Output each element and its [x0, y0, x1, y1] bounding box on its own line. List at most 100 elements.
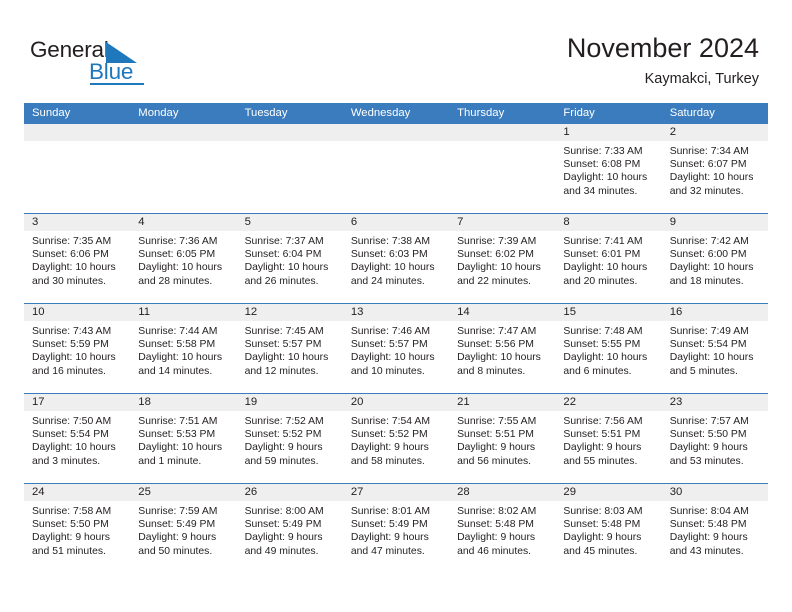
calendar-day-cell[interactable]: 29 Sunrise: 8:03 AM Sunset: 5:48 PM Dayligh…: [555, 484, 662, 573]
day-details: Sunrise: 7:36 AM Sunset: 6:05 PM Daylight:…: [130, 231, 236, 288]
day-number: 26: [244, 486, 258, 498]
sunset-text: Sunset: 6:00 PM: [669, 249, 747, 261]
day-details: Sunrise: 7:51 AM Sunset: 5:53 PM Daylight:…: [130, 411, 236, 468]
daylight-text: Daylight: 10 hours: [32, 262, 116, 274]
day-number-band: 5: [236, 214, 343, 231]
calendar-day-cell[interactable]: 20 Sunrise: 7:54 AM Sunset: 5:52 PM Dayligh…: [342, 394, 450, 483]
brand-logo[interactable]: General Blue: [30, 38, 160, 86]
calendar-day-cell[interactable]: 24 Sunrise: 7:58 AM Sunset: 5:50 PM Dayligh…: [24, 484, 131, 573]
day-number: 27: [350, 486, 364, 498]
daylight-text: Daylight: 10 hours: [669, 172, 754, 184]
daylight-text: Daylight: 10 hours: [350, 262, 435, 274]
day-details: Sunrise: 7:43 AM Sunset: 5:59 PM Daylight:…: [24, 321, 130, 378]
calendar-day-cell[interactable]: 11 Sunrise: 7:44 AM Sunset: 5:58 PM Dayligh…: [130, 304, 237, 393]
day-number-band: 2: [661, 124, 768, 141]
day-details: Sunrise: 7:49 AM Sunset: 5:54 PM Daylight:…: [662, 321, 768, 378]
calendar-week-row: 3 Sunrise: 7:35 AM Sunset: 6:06 PM Daylight…: [24, 213, 768, 303]
day-number-band: 20: [342, 394, 450, 411]
calendar-empty-cell: [236, 124, 343, 213]
day-number-band: 29: [555, 484, 662, 501]
calendar-day-cell[interactable]: 5 Sunrise: 7:37 AM Sunset: 6:04 PM Daylight…: [236, 214, 343, 303]
weekday-header-row: Sunday Monday Tuesday Wednesday Thursday Frid…: [24, 103, 768, 124]
day-number-band: 11: [130, 304, 237, 321]
daylight-text-cont: and 55 minutes.: [563, 455, 638, 467]
calendar-day-cell[interactable]: 13 Sunrise: 7:46 AM Sunset: 5:57 PM Dayligh…: [342, 304, 450, 393]
calendar-day-cell[interactable]: 23 Sunrise: 7:57 AM Sunset: 5:50 PM Dayligh…: [661, 394, 768, 483]
day-number-band: [449, 124, 556, 141]
sunrise-text: Sunrise: 7:41 AM: [563, 236, 643, 247]
calendar-day-cell[interactable]: 2 Sunrise: 7:34 AM Sunset: 6:07 PM Daylight…: [661, 124, 768, 213]
day-details: Sunrise: 7:47 AM Sunset: 5:56 PM Daylight:…: [449, 321, 555, 378]
day-number-band: 17: [24, 394, 131, 411]
day-details: Sunrise: 7:54 AM Sunset: 5:52 PM Daylight:…: [343, 411, 449, 468]
day-details: [449, 141, 555, 145]
calendar-day-cell[interactable]: 8 Sunrise: 7:41 AM Sunset: 6:01 PM Daylight…: [555, 214, 662, 303]
sunset-text: Sunset: 5:48 PM: [457, 519, 534, 531]
day-number: 2: [669, 126, 676, 138]
day-details: Sunrise: 7:35 AM Sunset: 6:06 PM Daylight:…: [24, 231, 130, 288]
day-details: Sunrise: 7:48 AM Sunset: 5:55 PM Daylight:…: [555, 321, 661, 378]
calendar-day-cell[interactable]: 6 Sunrise: 7:38 AM Sunset: 6:03 PM Daylight…: [342, 214, 450, 303]
sunrise-text: Sunrise: 7:50 AM: [32, 416, 112, 427]
calendar-day-cell[interactable]: 14 Sunrise: 7:47 AM Sunset: 5:56 PM Dayligh…: [449, 304, 556, 393]
day-number: 8: [563, 216, 570, 228]
calendar-day-cell[interactable]: 18 Sunrise: 7:51 AM Sunset: 5:53 PM Dayligh…: [130, 394, 237, 483]
calendar-day-cell[interactable]: 9 Sunrise: 7:42 AM Sunset: 6:00 PM Daylight…: [661, 214, 768, 303]
sunset-text: Sunset: 5:59 PM: [32, 339, 109, 351]
sunrise-text: Sunrise: 7:38 AM: [350, 236, 430, 247]
calendar-day-cell[interactable]: 19 Sunrise: 7:52 AM Sunset: 5:52 PM Dayligh…: [236, 394, 343, 483]
calendar-day-cell[interactable]: 21 Sunrise: 7:55 AM Sunset: 5:51 PM Dayligh…: [449, 394, 556, 483]
day-details: Sunrise: 7:58 AM Sunset: 5:50 PM Daylight:…: [24, 501, 130, 558]
daylight-text-cont: and 43 minutes.: [669, 545, 744, 557]
sunrise-text: Sunrise: 7:45 AM: [244, 326, 324, 337]
weekday-header-friday: Friday: [563, 107, 595, 119]
calendar-day-cell[interactable]: 1 Sunrise: 7:33 AM Sunset: 6:08 PM Daylight…: [555, 124, 662, 213]
daylight-text: Daylight: 9 hours: [669, 532, 748, 544]
calendar-day-cell[interactable]: 3 Sunrise: 7:35 AM Sunset: 6:06 PM Daylight…: [24, 214, 131, 303]
daylight-text-cont: and 58 minutes.: [350, 455, 425, 467]
sunrise-text: Sunrise: 7:46 AM: [350, 326, 430, 337]
day-number: 20: [350, 396, 364, 408]
day-number-band: [24, 124, 131, 141]
day-number-band: 3: [24, 214, 131, 231]
day-details: Sunrise: 8:03 AM Sunset: 5:48 PM Daylight:…: [555, 501, 661, 558]
calendar-day-cell[interactable]: 17 Sunrise: 7:50 AM Sunset: 5:54 PM Dayligh…: [24, 394, 131, 483]
sunrise-text: Sunrise: 7:39 AM: [457, 236, 537, 247]
calendar-week-cells: 17 Sunrise: 7:50 AM Sunset: 5:54 PM Dayligh…: [24, 394, 768, 483]
calendar-day-cell[interactable]: 28 Sunrise: 8:02 AM Sunset: 5:48 PM Dayligh…: [449, 484, 556, 573]
sunset-text: Sunset: 5:53 PM: [138, 429, 216, 441]
calendar-week-row: 24 Sunrise: 7:58 AM Sunset: 5:50 PM Dayligh…: [24, 483, 768, 573]
calendar-day-cell[interactable]: 30 Sunrise: 8:04 AM Sunset: 5:48 PM Dayligh…: [661, 484, 768, 573]
calendar-day-cell[interactable]: 25 Sunrise: 7:59 AM Sunset: 5:49 PM Dayligh…: [130, 484, 237, 573]
day-number-band: [130, 124, 237, 141]
day-number: 5: [244, 216, 251, 228]
calendar-day-cell[interactable]: 16 Sunrise: 7:49 AM Sunset: 5:54 PM Dayligh…: [661, 304, 768, 393]
day-number: 24: [32, 486, 45, 498]
daylight-text-cont: and 1 minute.: [138, 455, 202, 467]
sunrise-text: Sunrise: 7:33 AM: [563, 146, 643, 157]
day-number: 22: [563, 396, 576, 408]
day-number-band: 28: [449, 484, 556, 501]
daylight-text-cont: and 18 minutes.: [669, 275, 744, 287]
daylight-text-cont: and 3 minutes.: [32, 455, 101, 467]
calendar-day-cell[interactable]: 27 Sunrise: 8:01 AM Sunset: 5:49 PM Dayligh…: [342, 484, 450, 573]
day-number: 9: [669, 216, 676, 228]
calendar-day-cell[interactable]: 26 Sunrise: 8:00 AM Sunset: 5:49 PM Dayligh…: [236, 484, 343, 573]
sunset-text: Sunset: 6:03 PM: [350, 249, 428, 261]
calendar-week-cells: 10 Sunrise: 7:43 AM Sunset: 5:59 PM Dayligh…: [24, 304, 768, 393]
brand-underline: [90, 83, 144, 85]
day-number-band: 10: [24, 304, 131, 321]
page-subtitle: Kaymakci, Turkey: [644, 71, 759, 87]
calendar-day-cell[interactable]: 4 Sunrise: 7:36 AM Sunset: 6:05 PM Daylight…: [130, 214, 237, 303]
day-details: Sunrise: 7:41 AM Sunset: 6:01 PM Daylight:…: [555, 231, 661, 288]
calendar-day-cell[interactable]: 10 Sunrise: 7:43 AM Sunset: 5:59 PM Dayligh…: [24, 304, 131, 393]
calendar-day-cell[interactable]: 22 Sunrise: 7:56 AM Sunset: 5:51 PM Dayligh…: [555, 394, 662, 483]
daylight-text-cont: and 59 minutes.: [244, 455, 319, 467]
daylight-text-cont: and 53 minutes.: [669, 455, 744, 467]
day-details: Sunrise: 7:55 AM Sunset: 5:51 PM Daylight:…: [449, 411, 555, 468]
calendar-day-cell[interactable]: 15 Sunrise: 7:48 AM Sunset: 5:55 PM Dayligh…: [555, 304, 662, 393]
daylight-text: Daylight: 10 hours: [32, 352, 116, 364]
calendar-day-cell[interactable]: 7 Sunrise: 7:39 AM Sunset: 6:02 PM Daylight…: [449, 214, 556, 303]
day-number: 6: [350, 216, 358, 228]
calendar-day-cell[interactable]: 12 Sunrise: 7:45 AM Sunset: 5:57 PM Dayligh…: [236, 304, 343, 393]
